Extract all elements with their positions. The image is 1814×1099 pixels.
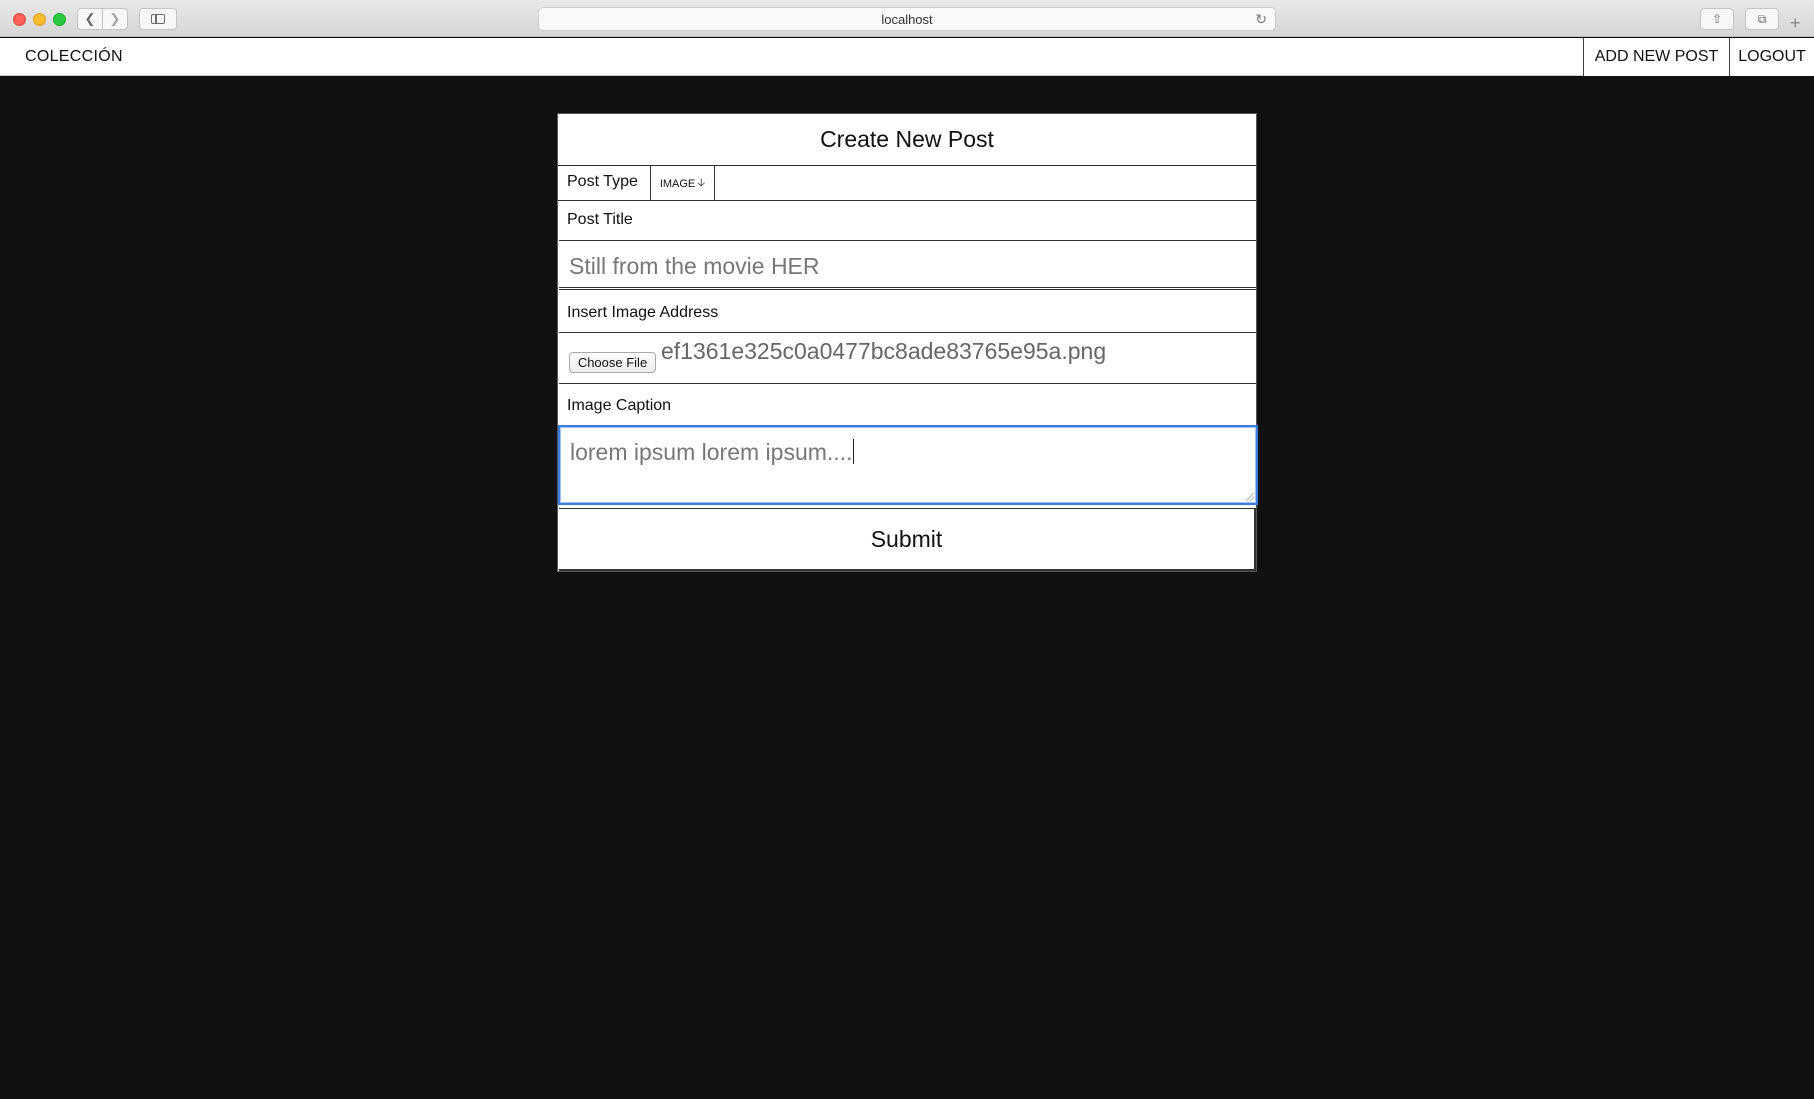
url-text: localhost [881,11,933,27]
image-caption-label: Image Caption [567,397,672,414]
image-address-label: Insert Image Address [567,304,719,321]
close-window-button[interactable] [13,13,26,26]
image-file-input: Choose File ef1361e325c0a0477bc8ade83765… [559,332,1256,384]
tabs-overview-button[interactable]: ⧉ [1745,8,1779,30]
share-button[interactable]: ⇧ [1700,8,1734,30]
brand-link[interactable]: COLECCIÓN [25,48,123,66]
tabs-icon: ⧉ [1757,11,1767,26]
caption-text: lorem ipsum lorem ipsum.... [570,439,853,465]
post-type-select[interactable]: IMAGE 🡣 [650,166,715,201]
sidebar-icon [151,14,165,24]
add-new-post-button[interactable]: ADD NEW POST [1583,38,1729,76]
sidebar-toggle-button[interactable] [139,8,177,30]
post-type-label: Post Type [567,173,638,190]
chevron-left-icon: ❮ [84,11,96,26]
text-caret [853,439,855,464]
plus-icon: + [1790,13,1801,33]
minimize-window-button[interactable] [33,13,46,26]
post-type-row: Post Type IMAGE 🡣 [558,166,1256,201]
choose-file-button[interactable]: Choose File [569,352,656,373]
browser-toolbar: ❮ ❯ localhost ↻ ⇧ ⧉ + [0,0,1814,37]
selected-file-name: ef1361e325c0a0477bc8ade83765e95a.png [661,338,1107,364]
post-type-value: IMAGE [659,177,696,190]
resize-handle-icon[interactable] [1246,493,1254,501]
create-post-form: Create New Post Post Type IMAGE 🡣 Post T… [557,113,1258,572]
reload-icon[interactable]: ↻ [1255,11,1267,28]
forward-button[interactable]: ❯ [102,8,128,30]
back-button[interactable]: ❮ [77,8,103,30]
form-title: Create New Post [558,114,1256,166]
post-title-label: Post Title [567,211,633,228]
new-tab-button[interactable]: + [1790,13,1801,34]
app-header: COLECCIÓN ADD NEW POST LOGOUT [0,38,1814,76]
image-caption-textarea[interactable]: lorem ipsum lorem ipsum.... [558,425,1258,505]
address-bar[interactable]: localhost ↻ [538,7,1276,31]
arrow-down-icon: 🡣 [697,177,706,189]
zoom-window-button[interactable] [53,13,66,26]
post-title-input[interactable]: Still from the movie HER [559,240,1256,290]
logout-button[interactable]: LOGOUT [1729,38,1814,76]
chevron-right-icon: ❯ [109,11,121,26]
submit-button[interactable]: Submit [559,508,1256,571]
share-icon: ⇧ [1711,12,1723,26]
